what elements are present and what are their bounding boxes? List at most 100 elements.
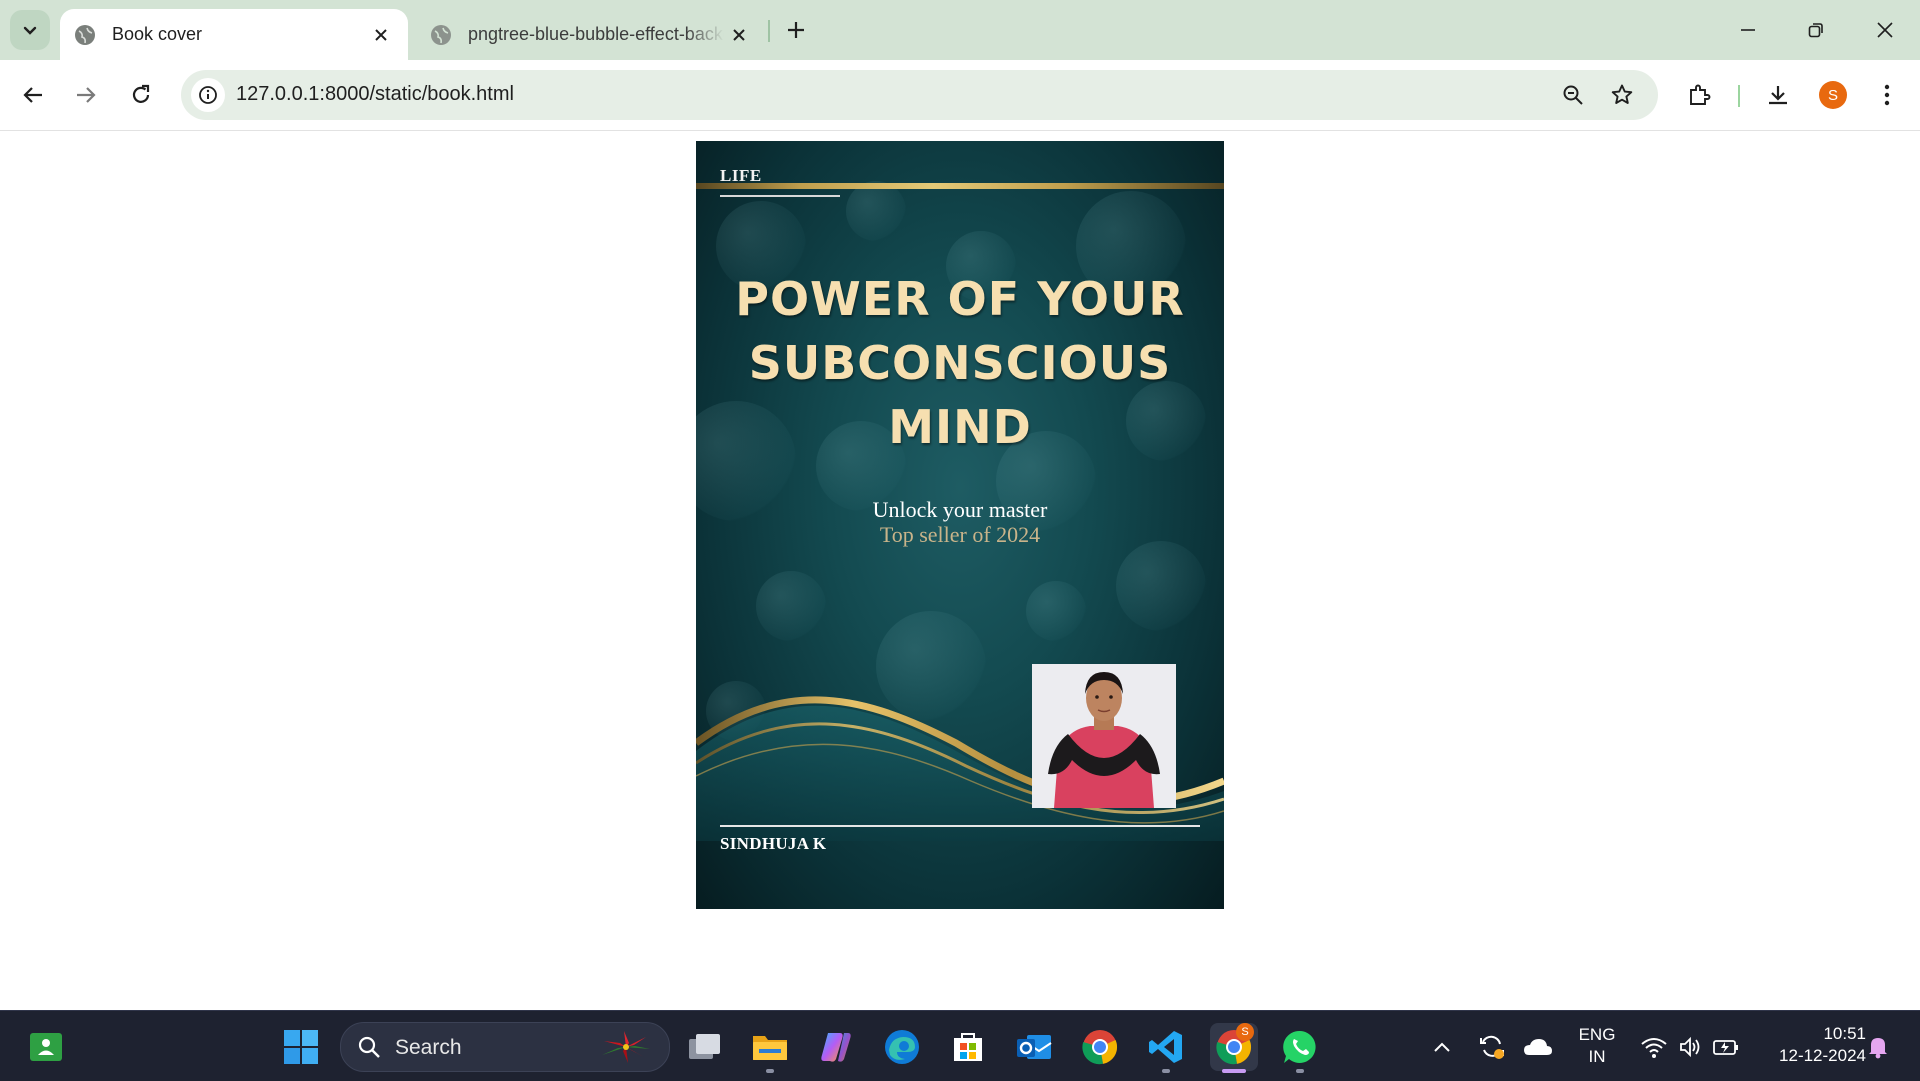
profile-badge: S: [1236, 1023, 1254, 1041]
show-hidden-icons-button[interactable]: [1420, 1025, 1464, 1069]
book-subtitle: Unlock your master: [872, 497, 1048, 522]
tab-title: Book cover: [112, 24, 203, 44]
whatsapp-button[interactable]: [1278, 1025, 1322, 1069]
site-info-icon[interactable]: [191, 78, 225, 112]
arrow-right-icon: [77, 87, 96, 103]
restore-button[interactable]: [1796, 10, 1836, 50]
chrome-button[interactable]: [1078, 1025, 1122, 1069]
bubble-decoration: [1026, 581, 1086, 641]
chrome-icon: [1082, 1030, 1118, 1065]
forward-button[interactable]: [66, 75, 106, 115]
globe-icon: [72, 22, 98, 48]
downloads-button[interactable]: [1758, 75, 1798, 115]
menu-button[interactable]: [1867, 75, 1907, 115]
minimize-icon: [1741, 29, 1755, 31]
kebab-menu-icon: [1884, 84, 1890, 106]
battery-icon: [1713, 1040, 1738, 1055]
close-icon: [1877, 22, 1893, 38]
store-button[interactable]: [946, 1025, 990, 1069]
puzzle-icon: [1690, 84, 1711, 105]
close-tab-icon[interactable]: [724, 20, 754, 50]
bubble-decoration: [756, 571, 826, 641]
copilot-icon: [821, 1033, 851, 1062]
tab-search-button[interactable]: [10, 10, 50, 50]
reload-icon: [132, 84, 150, 103]
task-view-button[interactable]: [683, 1025, 727, 1069]
toolbar-divider: [1738, 85, 1740, 107]
region-code: IN: [1588, 1047, 1606, 1066]
running-indicator: [766, 1069, 774, 1073]
start-button[interactable]: [279, 1025, 323, 1069]
tab-book-cover[interactable]: Book cover: [60, 9, 408, 60]
download-icon: [1769, 86, 1787, 105]
book-cover: LIFE POWER OF YOUR SUBCONSCIOUS MIND Unl…: [696, 141, 1224, 909]
wifi-icon: [1641, 1038, 1667, 1058]
bell-icon: [1869, 1038, 1887, 1059]
chrome-profile-button[interactable]: S: [1210, 1023, 1258, 1071]
quick-settings-button[interactable]: [1630, 1025, 1750, 1069]
store-icon: [954, 1033, 982, 1061]
edge-button[interactable]: [880, 1025, 924, 1069]
tab-title: pngtree-blue-bubble-effect-background: [468, 24, 724, 44]
globe-icon: [428, 22, 454, 48]
book-author: SINDHUJA K: [720, 834, 827, 853]
address-bar[interactable]: 127.0.0.1:8000/static/book.html: [181, 70, 1658, 120]
bubble-decoration: [846, 181, 906, 241]
whatsapp-icon: [1283, 1030, 1316, 1063]
language-indicator[interactable]: ENG IN: [1572, 1024, 1622, 1068]
author-photo: [1032, 664, 1176, 808]
windows-icon: [284, 1030, 318, 1064]
search-icon: [358, 1036, 380, 1058]
bookmark-star-icon[interactable]: [1607, 80, 1637, 110]
author-divider: [720, 825, 1200, 827]
zoom-icon[interactable]: [1558, 80, 1588, 110]
gold-stripe: [696, 183, 1224, 189]
profile-avatar[interactable]: S: [1819, 81, 1847, 109]
browser-toolbar: 127.0.0.1:8000/static/book.html S: [0, 60, 1920, 131]
arrow-left-icon: [23, 87, 42, 103]
taskbar: Search S ENG IN 10:51 12-12-2024: [0, 1010, 1920, 1081]
back-button[interactable]: [13, 75, 53, 115]
copilot-button[interactable]: [814, 1025, 858, 1069]
edge-icon: [885, 1030, 919, 1064]
active-indicator: [1222, 1069, 1246, 1073]
tab-pngtree[interactable]: pngtree-blue-bubble-effect-background: [416, 9, 766, 60]
extensions-button[interactable]: [1679, 75, 1719, 115]
close-tab-icon[interactable]: [366, 20, 396, 50]
volume-icon: [1680, 1036, 1700, 1058]
new-tab-button[interactable]: [780, 14, 812, 46]
url-text[interactable]: 127.0.0.1:8000/static/book.html: [236, 83, 514, 106]
chevron-down-icon: [23, 26, 37, 35]
outlook-button[interactable]: [1012, 1025, 1056, 1069]
poinsettia-icon: [602, 1031, 650, 1063]
close-window-button[interactable]: [1865, 10, 1905, 50]
vscode-button[interactable]: [1144, 1025, 1188, 1069]
language-code: ENG: [1578, 1025, 1616, 1044]
widgets-button[interactable]: [24, 1025, 68, 1069]
notifications-button[interactable]: [1858, 1025, 1898, 1069]
book-tagline: Top seller of 2024: [879, 522, 1041, 547]
sync-status-icon[interactable]: [1470, 1025, 1514, 1069]
running-indicator: [1296, 1069, 1304, 1073]
folder-icon: [753, 1036, 787, 1060]
clock-date: 12-12-2024: [1779, 1046, 1866, 1065]
book-title: POWER OF YOUR SUBCONSCIOUS MIND: [735, 272, 1185, 454]
tab-strip: Book cover pngtree-blue-bubble-effect-ba…: [0, 0, 1920, 60]
bubble-decoration: [1116, 541, 1206, 631]
book-category: LIFE: [720, 166, 762, 185]
widgets-icon: [30, 1033, 62, 1061]
clock-time: 10:51: [1823, 1024, 1866, 1043]
search-label: Search: [395, 1036, 462, 1059]
minimize-button[interactable]: [1728, 10, 1768, 50]
outlook-icon: [1017, 1035, 1052, 1059]
reload-button[interactable]: [121, 75, 161, 115]
running-indicator: [1162, 1069, 1170, 1073]
taskbar-search[interactable]: Search: [340, 1022, 670, 1072]
chevron-up-icon: [1434, 1042, 1450, 1052]
clock[interactable]: 10:51 12-12-2024: [1756, 1023, 1866, 1067]
category-underline: [720, 195, 840, 197]
file-explorer-button[interactable]: [748, 1025, 792, 1069]
onedrive-icon[interactable]: [1516, 1025, 1560, 1069]
tab-divider: [768, 20, 770, 42]
vscode-icon: [1149, 1031, 1182, 1063]
